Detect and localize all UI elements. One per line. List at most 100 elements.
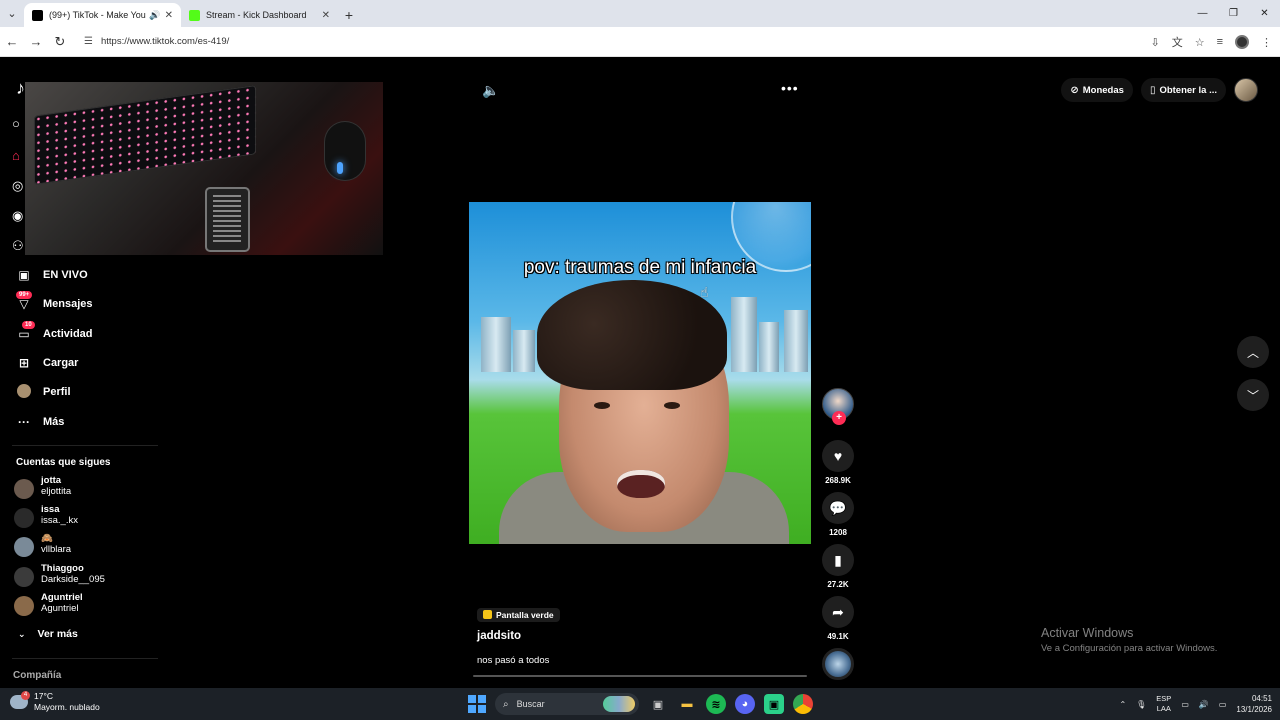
volume-icon[interactable]: 🔈 [482,82,499,99]
sidebar-item-more[interactable]: ··· Más [16,411,64,433]
sidebar-item-profile[interactable]: Perfil [16,381,71,403]
avatar [14,508,34,528]
windows-taskbar: 4 17°C Mayorm. nublado ⌕ Buscar ▣ ▬ ≋ ◕ … [0,688,1280,720]
friends-icon[interactable]: ⚇ [12,238,24,267]
account-name: 🙈 [41,533,53,544]
translate-icon[interactable]: 文 [1172,34,1183,50]
tab-search-dropdown[interactable]: ⌄ [0,0,24,27]
sidebar-item-messages[interactable]: ▽ 99+ Mensajes [16,291,93,315]
comment-icon: 💬 [822,492,854,524]
avatar [14,479,34,499]
phone-image [205,187,250,252]
user-avatar[interactable] [1234,78,1258,102]
kick-favicon-icon [189,9,200,21]
forward-icon[interactable]: → [24,34,48,49]
creator-avatar[interactable]: + [822,388,854,425]
search-highlight-image [603,696,635,712]
following-account-issa[interactable]: issa issa._.kx [14,504,78,528]
following-account-jotta[interactable]: jotta eljottita [14,475,71,499]
comment-button[interactable]: 💬 1208 [822,492,854,537]
tab-audio-icon[interactable]: 🔊 [149,10,160,21]
speaker-icon[interactable]: 🔊 [1199,700,1209,709]
language-indicator[interactable]: ESP LAA [1156,694,1171,714]
likes-count: 268.9K [825,476,851,485]
tab-tiktok[interactable]: (99+) TikTok - Make Your Day 🔊 ✕ [24,3,181,27]
see-more-button[interactable]: ⌄ Ver más [18,628,78,640]
effect-tag[interactable]: Pantalla verde [477,606,560,624]
video-progress-bar[interactable] [473,675,807,677]
windows-start-icon[interactable] [468,695,486,713]
sidebar-item-live[interactable]: ▣ EN VIVO [16,264,87,286]
action-bar: + ♥ 268.9K 💬 1208 ▮ 27.2K ➦ 49.1K [822,388,854,680]
browser-menu-icon[interactable]: ⋮ [1261,36,1272,49]
close-window-icon[interactable]: ✕ [1249,0,1280,27]
sidebar-item-label: Perfil [43,386,71,398]
chrome-icon[interactable] [793,694,813,714]
following-account-thiaggoo[interactable]: Thiaggoo Darkside__095 [14,563,105,587]
discord-icon[interactable]: ◕ [735,694,755,714]
sidebar-item-activity[interactable]: ▭ 10 Actividad [16,321,93,345]
spotify-icon[interactable]: ≋ [706,694,726,714]
install-icon[interactable]: ⇩ [1150,36,1159,49]
following-account-vllblara[interactable]: 🙈 vllblara [14,533,71,557]
account-name: jotta [41,475,62,486]
back-icon[interactable]: ← [0,34,24,49]
battery-icon[interactable]: ▭ [1219,700,1227,709]
media-control-icon[interactable]: ≡ [1217,36,1223,48]
task-view-icon[interactable]: ▣ [648,694,668,714]
network-icon[interactable]: ▭ [1181,700,1189,709]
tiktok-page: ♪ ○ ⌂ ◎ ◉ ⚇ ▣ EN VIVO ▽ 99+ Mensajes ▭ 10 … [0,58,1280,688]
search-icon[interactable]: ○ [12,116,20,145]
browser-profile-avatar[interactable] [1235,35,1249,49]
company-link[interactable]: Compañía [13,670,61,681]
save-button[interactable]: ▮ 27.2K [822,544,854,589]
coins-button[interactable]: ⊘ Monedas [1061,78,1133,102]
url-field[interactable]: ☰ https://www.tiktok.com/es-419/ [78,30,1118,53]
mouse-cursor-icon: ☝ [700,284,709,300]
live-icon: ▣ [18,268,30,282]
tab-close-icon[interactable]: ✕ [165,10,173,21]
app-icon[interactable]: ▣ [764,694,784,714]
previous-video-button[interactable]: ︿ [1237,336,1269,368]
show-hidden-icons-icon[interactable]: ⌃ [1119,700,1126,709]
reload-icon[interactable]: ↻ [48,34,72,50]
author-name[interactable]: jaddsito [477,630,521,642]
webcam-overlay [25,82,383,255]
taskbar-search[interactable]: ⌕ Buscar [495,693,639,715]
clock[interactable]: 04:51 13/1/2026 [1236,693,1272,715]
file-explorer-icon[interactable]: ▬ [677,694,697,714]
restore-icon[interactable]: ❐ [1218,0,1249,27]
toolbar-icons: ⇩ 文 ☆ ≡ ⋮ [1150,27,1272,57]
home-icon[interactable]: ⌂ [12,148,20,177]
tab-close-icon[interactable]: ✕ [322,10,330,21]
music-disc-icon[interactable] [822,648,854,680]
following-icon[interactable]: ◉ [12,208,23,237]
avatar [14,567,34,587]
address-toolbar: ← → ↻ ☰ https://www.tiktok.com/es-419/ ⇩… [0,27,1280,57]
url-text: https://www.tiktok.com/es-419/ [100,36,230,47]
share-button[interactable]: ➦ 49.1K [822,596,854,641]
bookmark-star-icon[interactable]: ☆ [1195,36,1205,49]
following-account-aguntriel[interactable]: Aguntriel Aguntriel [14,592,83,616]
minimize-icon[interactable]: — [1187,0,1218,27]
new-tab-button[interactable]: + [338,3,360,27]
mouth [617,470,665,498]
more-icon: ··· [18,415,30,429]
explore-icon[interactable]: ◎ [12,178,23,207]
weather-widget[interactable]: 4 17°C Mayorm. nublado [10,691,100,713]
tiktok-logo[interactable]: ♪ [16,78,25,99]
activity-badge: 10 [22,321,35,329]
tab-kick[interactable]: Stream - Kick Dashboard ✕ [181,3,338,27]
site-info-icon[interactable]: ☰ [84,36,93,47]
microphone-icon[interactable]: 🎙 [1136,700,1146,709]
video-player[interactable]: pov: traumas de mi infancia [469,202,811,544]
get-app-label: Obtener la ... [1159,84,1217,96]
like-button[interactable]: ♥ 268.9K [822,440,854,485]
effect-icon [483,610,492,619]
next-video-button[interactable]: ﹀ [1237,379,1269,411]
sidebar-item-upload[interactable]: ⊞ Cargar [16,352,79,374]
follow-plus-icon[interactable]: + [832,411,846,425]
messages-icon: ▽ 99+ [16,291,33,311]
get-app-button[interactable]: ▯ Obtener la ... [1140,78,1226,102]
more-options-icon[interactable]: ••• [781,80,799,96]
